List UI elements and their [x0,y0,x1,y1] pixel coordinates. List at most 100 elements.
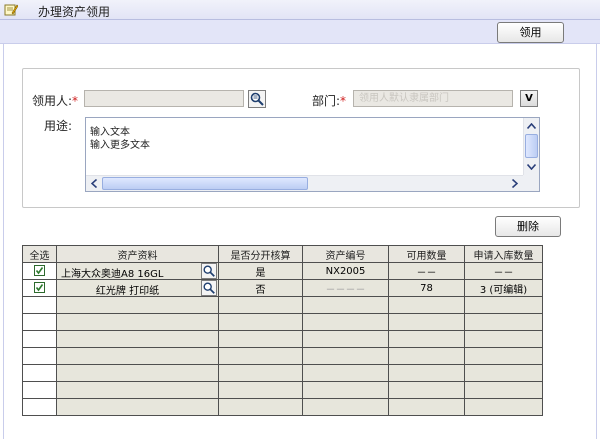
empty-table-row [22,296,543,314]
row-search-button[interactable] [201,263,217,279]
purpose-horizontal-scrollbar[interactable] [86,175,524,191]
search-icon [250,92,264,106]
empty-cell[interactable] [302,330,389,348]
asset-name-cell: 上海大众奥迪A8 16GL [56,262,219,280]
select-all-header[interactable]: 全选 [22,245,57,263]
checkmark-icon [35,284,44,292]
purpose-vertical-scrollbar[interactable] [523,118,539,175]
empty-cell[interactable] [22,296,57,314]
purpose-textarea[interactable]: 输入文本 输入更多文本 [85,117,540,192]
horizontal-scroll-thumb[interactable] [102,177,308,190]
checkmark-icon [35,267,44,275]
scroll-down-arrow-icon[interactable] [524,159,539,174]
separate-accounting-header: 是否分开核算 [218,245,303,263]
department-field[interactable]: 领用人默认隶属部门 [353,90,513,107]
recipient-input[interactable] [84,90,244,107]
available-qty-cell: 78 [388,279,465,297]
purpose-label: 用途: [44,119,73,133]
empty-cell[interactable] [56,313,219,331]
table-row: 上海大众奥迪A8 16GL 是 NX2005 －－ －－ [22,262,543,280]
empty-cell[interactable] [56,381,219,399]
available-qty-header: 可用数量 [388,245,465,263]
asset-code-cell: NX2005 [302,262,389,280]
asset-name: 上海大众奥迪A8 16GL [61,269,164,280]
empty-cell[interactable] [218,330,303,348]
empty-cell[interactable] [56,347,219,365]
asset-table: 全选 资产资料 是否分开核算 资产编号 可用数量 申请入库数量 上海大众奥迪A8… [22,245,543,416]
empty-cell[interactable] [302,296,389,314]
vertical-scroll-thumb[interactable] [525,134,538,158]
empty-cell[interactable] [464,330,543,348]
empty-cell[interactable] [302,364,389,382]
search-icon [203,282,215,294]
empty-cell[interactable] [22,381,57,399]
department-dropdown-button[interactable]: V [520,90,538,107]
empty-cell[interactable] [464,347,543,365]
empty-table-row [22,364,543,382]
title-bar: 办理资产领用 [0,0,600,20]
empty-cell[interactable] [22,330,57,348]
empty-cell[interactable] [56,296,219,314]
department-label-text: 部门: [312,94,341,108]
empty-cell[interactable] [388,347,465,365]
empty-cell[interactable] [22,398,57,416]
empty-cell[interactable] [464,313,543,331]
scroll-up-arrow-icon[interactable] [524,118,539,133]
empty-cell[interactable] [388,381,465,399]
requested-qty-header: 申请入库数量 [464,245,543,263]
row-select-cell[interactable] [22,262,57,280]
row-checkbox[interactable] [34,265,45,277]
purpose-line-2: 输入更多文本 [90,140,150,151]
empty-cell[interactable] [388,364,465,382]
empty-cell[interactable] [388,330,465,348]
empty-cell[interactable] [56,398,219,416]
empty-cell[interactable] [302,313,389,331]
empty-cell[interactable] [218,364,303,382]
empty-cell[interactable] [464,398,543,416]
separate-accounting-cell: 否 [218,279,303,297]
empty-cell[interactable] [464,381,543,399]
empty-cell[interactable] [22,347,57,365]
empty-cell[interactable] [464,364,543,382]
table-body: 上海大众奥迪A8 16GL 是 NX2005 －－ －－ 红光牌 打印纸 否 －… [22,262,543,416]
requested-qty-cell[interactable]: 3 (可编辑) [464,279,543,297]
recipient-label: 领用人:* [32,92,78,109]
empty-cell[interactable] [22,364,57,382]
empty-cell[interactable] [218,347,303,365]
table-header-row: 全选 资产资料 是否分开核算 资产编号 可用数量 申请入库数量 [22,245,543,263]
recipient-label-text: 领用人: [32,94,73,108]
empty-cell[interactable] [218,381,303,399]
scroll-right-arrow-icon[interactable] [507,176,522,191]
empty-cell[interactable] [218,313,303,331]
row-checkbox[interactable] [34,282,45,294]
available-qty-cell: －－ [388,262,465,280]
empty-cell[interactable] [302,347,389,365]
table-row: 红光牌 打印纸 否 －－－－ 78 3 (可编辑) [22,279,543,297]
take-button[interactable]: 领用 [497,22,564,43]
empty-cell[interactable] [302,398,389,416]
asset-name: 红光牌 打印纸 [95,286,160,297]
empty-table-row [22,347,543,365]
empty-cell[interactable] [218,296,303,314]
empty-cell[interactable] [218,398,303,416]
empty-cell[interactable] [56,330,219,348]
row-search-button[interactable] [201,280,217,296]
row-select-cell[interactable] [22,279,57,297]
requested-qty-cell: －－ [464,262,543,280]
empty-cell[interactable] [388,398,465,416]
panel-border-left [3,44,4,439]
empty-cell[interactable] [56,364,219,382]
delete-button[interactable]: 删除 [495,216,561,237]
search-icon [203,265,215,277]
empty-cell[interactable] [22,313,57,331]
empty-cell[interactable] [388,313,465,331]
scroll-left-arrow-icon[interactable] [86,176,101,191]
asset-name-cell: 红光牌 打印纸 [56,279,219,297]
empty-cell[interactable] [302,381,389,399]
empty-cell[interactable] [388,296,465,314]
recipient-search-button[interactable] [248,90,266,108]
empty-table-row [22,381,543,399]
asset-info-header: 资产资料 [56,245,219,263]
empty-cell[interactable] [464,296,543,314]
empty-table-row [22,398,543,416]
